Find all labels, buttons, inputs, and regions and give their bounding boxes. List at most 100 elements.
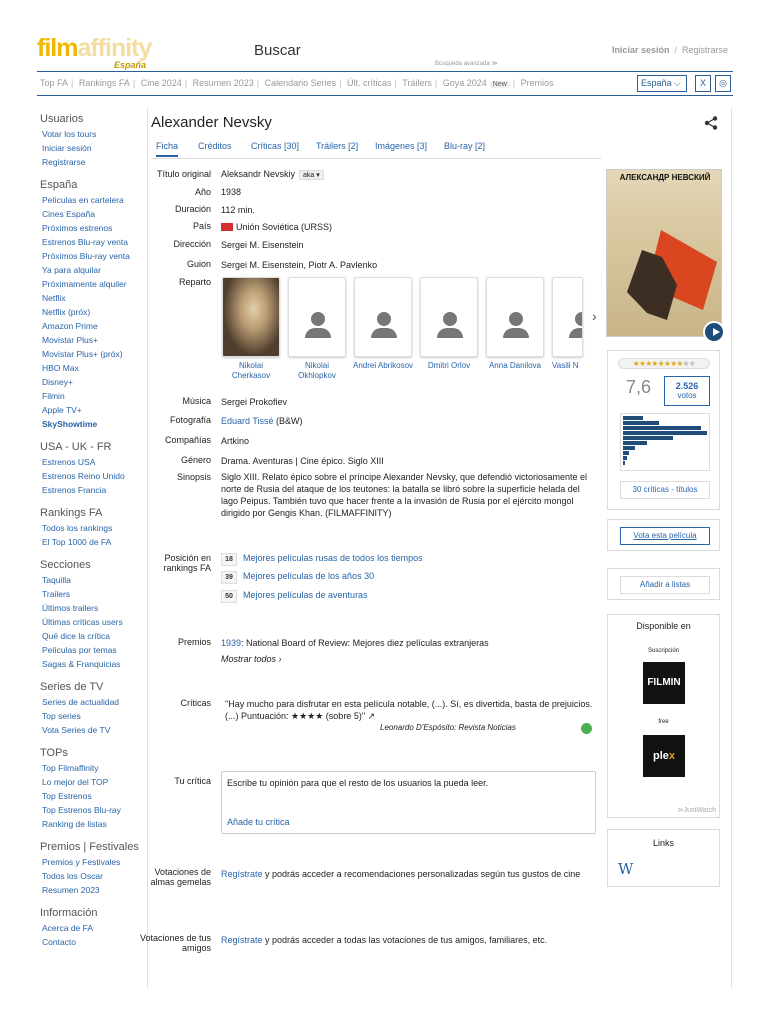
register-link[interactable]: Regístrate — [221, 935, 263, 945]
sidebar-item[interactable]: Contacto — [40, 936, 140, 950]
sidebar-item[interactable]: Resumen 2023 — [40, 884, 140, 898]
cast-name[interactable]: Nikolai Okhlopkov — [285, 361, 349, 381]
sidebar-item[interactable]: Iniciar sesión — [40, 142, 140, 156]
sidebar-item[interactable]: Trailers — [40, 588, 140, 602]
register-link[interactable]: Regístrate — [221, 869, 263, 879]
cast-photo[interactable] — [552, 277, 583, 357]
sidebar-item[interactable]: Taquilla — [40, 574, 140, 588]
nav-resumen-2023[interactable]: Resumen 2023 — [193, 78, 254, 88]
tab-trailers[interactable]: Tráilers [2] — [316, 141, 358, 151]
sidebar-item[interactable]: Lo mejor del TOP — [40, 776, 140, 790]
sidebar-item[interactable]: Últimas críticas users — [40, 616, 140, 630]
photography-link[interactable]: Eduard Tissé — [221, 416, 274, 426]
sidebar-item[interactable]: Todos los Oscar — [40, 870, 140, 884]
sidebar-item[interactable]: Próximamente alquiler — [40, 278, 140, 292]
sidebar-item[interactable]: Movistar Plus+ — [40, 334, 140, 348]
sidebar-item[interactable]: Amazon Prime — [40, 320, 140, 334]
sidebar-item[interactable]: Qué dice la crítica — [40, 630, 140, 644]
nav-goya-2024[interactable]: Goya 2024 — [443, 78, 487, 88]
cast-photo[interactable] — [486, 277, 544, 357]
x-icon[interactable]: X — [695, 75, 711, 92]
tab-ficha[interactable]: Ficha — [156, 141, 179, 157]
nav-calendario-series[interactable]: Calendario Series — [265, 78, 337, 88]
ranking-row[interactable]: 50 Mejores películas de aventuras — [221, 590, 368, 603]
register-link[interactable]: Registrarse — [682, 45, 728, 55]
cast-photo[interactable] — [420, 277, 478, 357]
sidebar-item[interactable]: Ya para alquilar — [40, 264, 140, 278]
nav-ult-criticas[interactable]: Últ. críticas — [347, 78, 392, 88]
sidebar-item[interactable]: Estrenos Blu-ray venta — [40, 236, 140, 250]
sidebar-item[interactable]: Disney+ — [40, 376, 140, 390]
cast-name[interactable]: Nikolai Cherkasov — [219, 361, 283, 381]
cast-photo[interactable] — [288, 277, 346, 357]
genre-links[interactable]: Drama. Aventuras | Cine épico. Siglo XII… — [221, 456, 384, 466]
show-all-awards-link[interactable]: Mostrar todos › — [221, 654, 282, 664]
company-link[interactable]: Artkino — [221, 436, 249, 446]
review-box[interactable]: Escribe tu opinión para que el resto de … — [221, 771, 596, 834]
movie-poster[interactable]: АЛЕКСАНДР НЕВСКИЙ — [606, 169, 722, 337]
vote-button[interactable]: Vota esta película — [620, 527, 710, 545]
sidebar-item[interactable]: Estrenos Francia — [40, 484, 140, 498]
sidebar-item[interactable]: Próximos estrenos — [40, 222, 140, 236]
sidebar-item[interactable]: Votar los tours — [40, 128, 140, 142]
sidebar-item[interactable]: Top Filmaffinity — [40, 762, 140, 776]
sidebar-item[interactable]: Apple TV+ — [40, 404, 140, 418]
country-select[interactable]: España ⌵ — [637, 75, 687, 92]
ranking-row[interactable]: 39 Mejores películas de los años 30 — [221, 571, 374, 584]
cast-name[interactable]: Vasili N — [552, 361, 583, 371]
filmin-logo[interactable]: FILMIN — [643, 662, 685, 704]
cast-name[interactable]: Andrei Abrikosov — [351, 361, 415, 371]
login-link[interactable]: Iniciar sesión — [612, 45, 670, 55]
tab-bluray[interactable]: Blu-ray [2] — [444, 141, 485, 151]
sidebar-item[interactable]: Sagas & Franquicias — [40, 658, 140, 672]
rating-histogram[interactable] — [620, 413, 710, 471]
sidebar-item[interactable]: Acerca de FA — [40, 922, 140, 936]
add-to-list-button[interactable]: Añadir a listas — [620, 576, 710, 594]
nav-cine-2024[interactable]: Cine 2024 — [141, 78, 182, 88]
advanced-search-link[interactable]: Búsqueda avanzada ≫ — [435, 60, 498, 67]
sidebar-item[interactable]: El Top 1000 de FA — [40, 536, 140, 550]
search-input[interactable]: Buscar — [254, 42, 301, 59]
sidebar-item[interactable]: Vota Series de TV — [40, 724, 140, 738]
aka-dropdown[interactable]: aka ▾ — [299, 170, 324, 180]
sidebar-item[interactable]: Top Estrenos — [40, 790, 140, 804]
sidebar-item[interactable]: Estrenos Reino Unido — [40, 470, 140, 484]
sidebar-item[interactable]: Películas por temas — [40, 644, 140, 658]
wikipedia-icon[interactable]: W — [618, 860, 633, 878]
nav-trailers[interactable]: Tráilers — [402, 78, 432, 88]
sidebar-item[interactable]: Próximos Blu-ray venta — [40, 250, 140, 264]
script-links[interactable]: Sergei M. Eisenstein, Piotr A. Pavlenko — [221, 260, 377, 270]
sidebar-item[interactable]: Ranking de listas — [40, 818, 140, 832]
rating-stars[interactable]: ★★★★★★★★★★ — [618, 358, 710, 369]
sidebar-item[interactable]: Netflix (próx) — [40, 306, 140, 320]
director-link[interactable]: Sergei M. Eisenstein — [221, 240, 304, 250]
nav-premios[interactable]: Premios — [521, 78, 554, 88]
sidebar-item[interactable]: Top Estrenos Blu-ray — [40, 804, 140, 818]
sidebar-item[interactable]: Top series — [40, 710, 140, 724]
sidebar-item[interactable]: SkyShowtime — [40, 418, 140, 432]
sidebar-item[interactable]: Películas en cartelera — [40, 194, 140, 208]
sidebar-item[interactable]: Premios y Festivales — [40, 856, 140, 870]
cast-name[interactable]: Anna Danilova — [483, 361, 547, 371]
sidebar-item[interactable]: Registrarse — [40, 156, 140, 170]
play-trailer-icon[interactable] — [703, 321, 725, 343]
critics-titles-link[interactable]: 30 críticas - títulos — [620, 481, 710, 499]
justwatch-logo[interactable]: ⊳JustWatch — [678, 806, 716, 814]
sidebar-item[interactable]: Todos los rankings — [40, 522, 140, 536]
cast-name[interactable]: Dmitri Orlov — [417, 361, 481, 371]
sidebar-item[interactable]: Últimos trailers — [40, 602, 140, 616]
sidebar-item[interactable]: Movistar Plus+ (próx) — [40, 348, 140, 362]
ranking-row[interactable]: 18 Mejores películas rusas de todos los t… — [221, 553, 423, 566]
award-year-link[interactable]: 1939 — [221, 638, 241, 648]
plex-logo[interactable]: plex — [643, 735, 685, 777]
sidebar-item[interactable]: HBO Max — [40, 362, 140, 376]
cast-next-icon[interactable]: › — [592, 308, 597, 324]
cast-photo[interactable] — [222, 277, 280, 357]
music-link[interactable]: Sergei Prokofiev — [221, 397, 287, 407]
tab-creditos[interactable]: Créditos — [198, 141, 232, 151]
nav-rankings-fa[interactable]: Rankings FA — [79, 78, 130, 88]
tab-imagenes[interactable]: Imágenes [3] — [375, 141, 427, 151]
nav-top-fa[interactable]: Top FA — [40, 78, 68, 88]
sidebar-item[interactable]: Estrenos USA — [40, 456, 140, 470]
share-icon[interactable] — [704, 116, 718, 130]
